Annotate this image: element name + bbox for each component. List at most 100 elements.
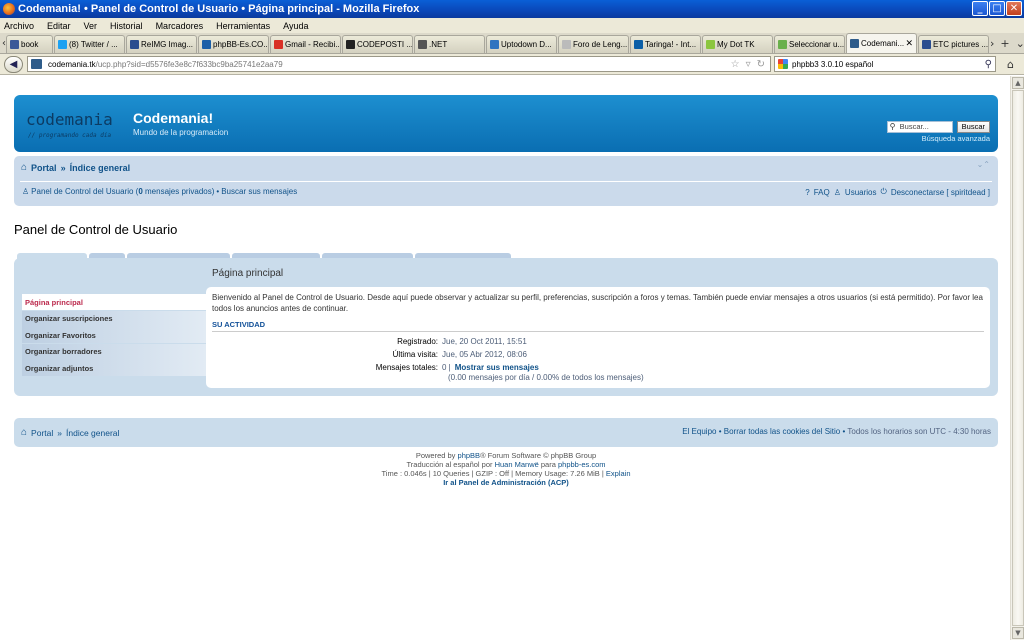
menu-bar: Archivo Editar Ver Historial Marcadores … (0, 18, 1024, 33)
history-dropdown-icon[interactable]: ▿ (746, 59, 751, 70)
menu-item-attachments[interactable]: Organizar adjuntos (22, 360, 206, 376)
header-search-button[interactable]: Buscar (956, 121, 990, 133)
home-icon[interactable]: ⌂ (1002, 56, 1019, 72)
tab-strip: book (8) Twitter / ... ReIMG Imag... phpBB-… (6, 33, 990, 53)
page-title: Panel de Control de Usuario (14, 222, 178, 237)
content-box: Bienvenido al Panel de Control de Usuari… (206, 287, 990, 388)
tab-favicon-icon (274, 40, 283, 49)
scroll-up-icon[interactable]: ▲ (1012, 77, 1024, 89)
tab-list-icon[interactable]: ⌄ (1016, 37, 1024, 50)
stat-total-posts: Mensajes totales: 0 | Mostrar sus mensaj… (212, 363, 988, 372)
footer-index-link[interactable]: Índice general (66, 428, 119, 438)
logout-link[interactable]: Desconectarse [ spiritdead ] (891, 188, 990, 197)
users-icon: ♙ (833, 187, 841, 197)
menu-historial[interactable]: Historial (110, 21, 143, 31)
vertical-scrollbar[interactable]: ▲ ▼ (1010, 76, 1024, 640)
acp-link[interactable]: Ir al Panel de Administración (ACP) (443, 478, 569, 487)
browser-tab[interactable]: book (6, 35, 53, 53)
search-icon[interactable]: ⚲ (985, 59, 992, 70)
welcome-text: Bienvenido al Panel de Control de Usuari… (212, 293, 983, 313)
site-description: Mundo de la programacion (133, 128, 229, 137)
browser-tab[interactable]: ReIMG Imag... (126, 35, 197, 53)
header-search-input[interactable]: ⚲ Buscar... (886, 121, 953, 133)
user-icon: ♙ (22, 187, 30, 196)
menu-editar[interactable]: Editar (47, 21, 71, 31)
close-window-button[interactable]: ✕ (1006, 1, 1022, 16)
scroll-down-icon[interactable]: ▼ (1012, 627, 1024, 639)
browser-tab[interactable]: Seleccionar u... (774, 35, 845, 53)
faq-icon: ? (805, 187, 810, 197)
menu-ver[interactable]: Ver (84, 21, 98, 31)
url-path: /ucp.php?sid=d5576fe3e8c7f633bc9ba25741e… (95, 59, 283, 69)
browser-tab[interactable]: CODEPOSTI ... (342, 35, 413, 53)
tab-favicon-icon (346, 40, 355, 49)
show-posts-link[interactable]: Mostrar sus mensajes (455, 363, 539, 372)
footer-portal-link[interactable]: Portal (31, 428, 53, 438)
stat-posts-detail: (0.00 mensajes por día / 0.00% de todos … (448, 373, 948, 382)
tab-favicon-icon (418, 40, 427, 49)
menu-marcadores[interactable]: Marcadores (156, 21, 204, 31)
browser-tab[interactable]: Uptodown D... (486, 35, 557, 53)
browser-tab[interactable]: Codemani... ✕ (846, 33, 917, 53)
browser-tab[interactable]: Taringa! - Int... (630, 35, 701, 53)
browser-tab[interactable]: ETC pictures ... (918, 35, 989, 53)
collapse-icon[interactable]: ⌄⌃ (977, 160, 990, 169)
tab-label: ReIMG Imag... (141, 40, 194, 49)
tab-favicon-icon (850, 39, 859, 48)
breadcrumb-separator: » (57, 427, 62, 438)
menu-archivo[interactable]: Archivo (4, 21, 34, 31)
stat-registered: Registrado: Jue, 20 Oct 2011, 15:51 (212, 337, 988, 346)
tab-favicon-icon (778, 40, 787, 49)
minimize-button[interactable]: _ (972, 1, 988, 16)
phpbb-link[interactable]: phpBB (458, 451, 481, 460)
ucp-link[interactable]: Panel de Control del Usuario (0 mensajes… (31, 187, 214, 196)
home-icon: ⌂ (21, 162, 28, 173)
members-link[interactable]: Usuarios (845, 188, 877, 197)
browser-tab[interactable]: phpBB-Es.CO... (198, 35, 269, 53)
site-favicon-icon (31, 59, 42, 69)
menu-item-drafts[interactable]: Organizar borradores (22, 343, 206, 360)
faq-link[interactable]: FAQ (814, 188, 830, 197)
phpbb-es-link[interactable]: phpbb-es.com (558, 460, 606, 469)
navigation-toolbar: ◀ codemania.tk /ucp.php?sid=d5576fe3e8c7… (0, 54, 1024, 75)
menu-ayuda[interactable]: Ayuda (283, 21, 308, 31)
web-search-bar[interactable]: phpbb3 3.0.10 español ⚲ (774, 56, 996, 72)
tab-label: Foro de Leng... (573, 40, 628, 49)
breadcrumb-index[interactable]: Índice general (70, 163, 131, 173)
browser-tab[interactable]: .NET (414, 35, 485, 53)
menu-herramientas[interactable]: Herramientas (216, 21, 270, 31)
maximize-button[interactable]: □ (989, 1, 1005, 16)
translator-link[interactable]: Huan Manwë (495, 460, 539, 469)
back-button[interactable]: ◀ (4, 55, 23, 73)
scrollbar-thumb[interactable] (1012, 90, 1024, 626)
timezone-text: Todos los horarios son UTC - 4:30 horas (847, 427, 991, 436)
bookmark-star-icon[interactable]: ☆ (731, 59, 740, 70)
tab-scroll-right-icon[interactable]: › (990, 37, 994, 50)
browser-tab[interactable]: Gmail - Recibi... (270, 35, 341, 53)
tab-favicon-icon (130, 40, 139, 49)
debug-info: Time : 0.046s | 10 Queries | GZIP : Off … (381, 469, 631, 478)
browser-tab[interactable]: (8) Twitter / ... (54, 35, 125, 53)
menu-item-bookmarks[interactable]: Organizar Favoritos (22, 327, 206, 343)
close-tab-icon[interactable]: ✕ (905, 38, 913, 49)
advanced-search-link[interactable]: Búsqueda avanzada (922, 134, 990, 143)
site-logo[interactable]: codemania (26, 110, 113, 129)
team-link[interactable]: El Equipo (682, 427, 716, 436)
stat-last-visit: Última visita: Jue, 05 Abr 2012, 08:06 (212, 350, 988, 359)
delete-cookies-link[interactable]: Borrar todas las cookies del Sitio (724, 427, 841, 436)
stat-label: Mensajes totales: (375, 363, 438, 372)
menu-item-main-page[interactable]: Página principal (22, 294, 206, 310)
breadcrumb-portal[interactable]: Portal (31, 163, 57, 173)
browser-tab[interactable]: Foro de Leng... (558, 35, 629, 53)
new-tab-button[interactable]: + (1000, 37, 1009, 50)
explain-link[interactable]: Explain (606, 469, 631, 478)
url-bar[interactable]: codemania.tk /ucp.php?sid=d5576fe3e8c7f6… (27, 56, 771, 72)
browser-tab[interactable]: My Dot TK (702, 35, 773, 53)
search-own-posts-link[interactable]: Buscar sus mensajes (221, 187, 297, 196)
reload-icon[interactable]: ↻ (757, 59, 765, 70)
tab-favicon-icon (634, 40, 643, 49)
google-icon[interactable] (778, 59, 788, 69)
menu-item-subscriptions[interactable]: Organizar suscripciones (22, 310, 206, 327)
site-title[interactable]: Codemania! (133, 110, 213, 126)
header-search: ⚲ Buscar... Buscar (886, 121, 990, 133)
